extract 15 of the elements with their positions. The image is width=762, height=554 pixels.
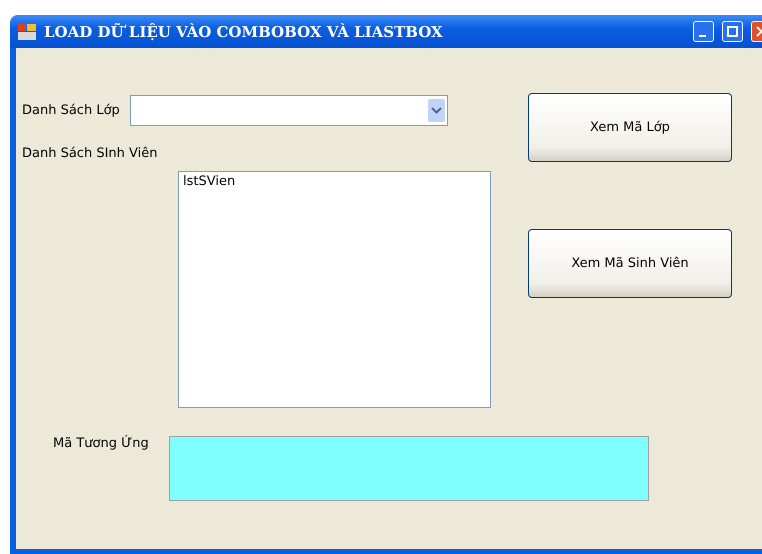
result-field[interactable] (168, 436, 649, 501)
maximize-icon (727, 26, 738, 37)
view-student-code-button[interactable]: Xem Mã Sinh Viên (528, 229, 732, 298)
minimize-icon (698, 34, 706, 36)
list-item[interactable]: lstSVien (183, 174, 486, 189)
window-title: LOAD DỮ LIỆU VÀO COMBOBOX VÀ LIASTBOX (44, 22, 444, 40)
student-listbox[interactable]: lstSVien (178, 171, 491, 408)
app-icon (18, 24, 36, 40)
class-label: Danh Sách Lớp (22, 103, 120, 118)
view-class-code-button[interactable]: Xem Mã Lớp (528, 93, 732, 162)
minimize-button[interactable] (693, 21, 714, 42)
student-label: Danh Sách SInh Viên (22, 146, 158, 161)
result-label: Mã Tương Ứng (53, 436, 149, 451)
class-combobox[interactable] (130, 95, 448, 126)
maximize-button[interactable] (722, 21, 743, 42)
